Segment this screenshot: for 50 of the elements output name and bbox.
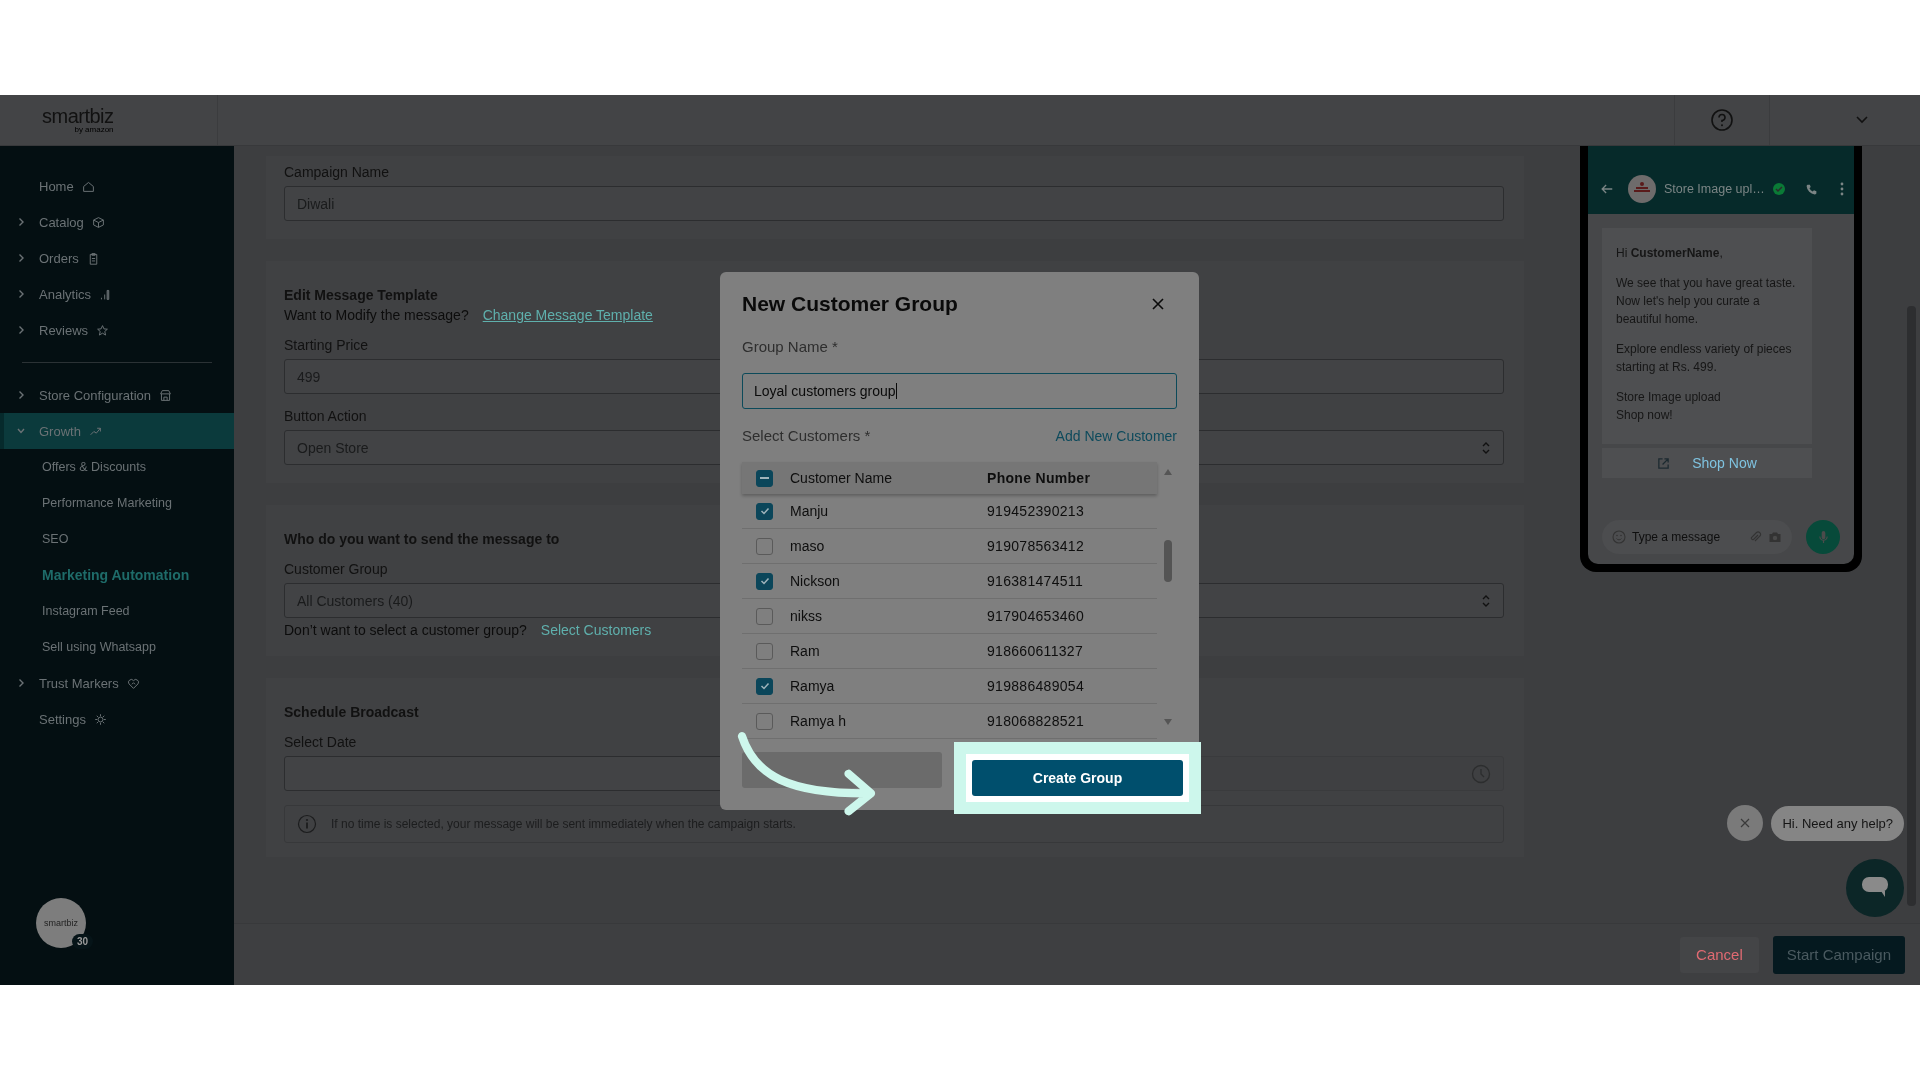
- sidebar-subitem[interactable]: SEO: [0, 521, 234, 557]
- contact-name: Store Image upl…: [1664, 182, 1765, 196]
- message-field[interactable]: Type a message: [1602, 520, 1792, 554]
- table-cell: 919452390213: [987, 503, 1085, 519]
- sidebar-item[interactable]: Analytics: [0, 276, 234, 312]
- add-new-customer-link[interactable]: Add New Customer: [1055, 427, 1177, 444]
- sidebar-item[interactable]: Growth: [0, 413, 234, 449]
- table-cell: 917904653460: [987, 608, 1085, 624]
- group-name-field[interactable]: Loyal customers group: [742, 373, 1177, 409]
- count-badge: 30: [72, 934, 94, 949]
- table-cell-text: Ramya: [790, 678, 836, 694]
- sidebar-item[interactable]: Settings: [0, 701, 234, 737]
- table-cell: 919886489054: [987, 678, 1085, 694]
- column-header: Customer Name: [790, 470, 893, 486]
- table-cell: 919078563412: [987, 538, 1085, 554]
- change-template-link[interactable]: Change Message Template: [482, 307, 653, 323]
- sidebar-item[interactable]: Orders: [0, 240, 234, 276]
- message-text: We see that you have great taste. Now let's help you curate a beautiful home.: [1616, 275, 1797, 328]
- select-customers-link[interactable]: Select Customers: [540, 622, 652, 638]
- table-cell-text: nikss: [790, 608, 823, 624]
- message-text: Hi CustomerName,: [1616, 245, 1724, 262]
- sidebar-item[interactable]: Store Configuration: [0, 377, 234, 413]
- dialog-title: New Customer Group: [742, 292, 958, 316]
- column-header: Phone Number: [987, 470, 1091, 486]
- field-label: Select Customers *: [742, 427, 871, 444]
- sidebar-item[interactable]: Catalog: [0, 204, 234, 240]
- table-cell: 918068828521: [987, 713, 1085, 729]
- sidebar-subitem[interactable]: Instagram Feed: [0, 593, 234, 629]
- help-prompt: Hi. Need any help?: [1771, 805, 1904, 841]
- sidebar-item[interactable]: Reviews: [0, 312, 234, 348]
- sidebar-subitem[interactable]: Performance Marketing: [0, 485, 234, 521]
- sidebar-subitem[interactable]: Offers & Discounts: [0, 449, 234, 485]
- sidebar-subitem[interactable]: Marketing Automation: [0, 557, 234, 593]
- table-cell-text: Ramya h: [790, 713, 848, 729]
- table-cell-text: Ram: [790, 643, 821, 659]
- shop-now-button[interactable]: Shop Now: [1602, 448, 1812, 478]
- sidebar-item[interactable]: Home: [0, 168, 234, 204]
- table-cell-text: maso: [790, 538, 826, 554]
- table-cell-text: Nickson: [790, 573, 841, 589]
- sidebar-subitem[interactable]: Sell using Whatsapp: [0, 629, 234, 665]
- start-campaign-button[interactable]: Start Campaign: [1772, 935, 1905, 974]
- table-cell: 916381474511: [987, 573, 1083, 589]
- table-cell: 918660611327: [987, 643, 1083, 659]
- message-text: Explore endless variety of pieces starting at Rs. 499.: [1616, 341, 1793, 376]
- table-cell-text: Manju: [790, 503, 830, 519]
- cancel-button[interactable]: Cancel: [1680, 936, 1759, 973]
- message-text: Store Image upload Shop now!: [1616, 389, 1722, 424]
- create-group-button[interactable]: Create Group: [972, 760, 1183, 796]
- field-label: Group Name *: [742, 338, 838, 355]
- sidebar-item[interactable]: Trust Markers: [0, 665, 234, 701]
